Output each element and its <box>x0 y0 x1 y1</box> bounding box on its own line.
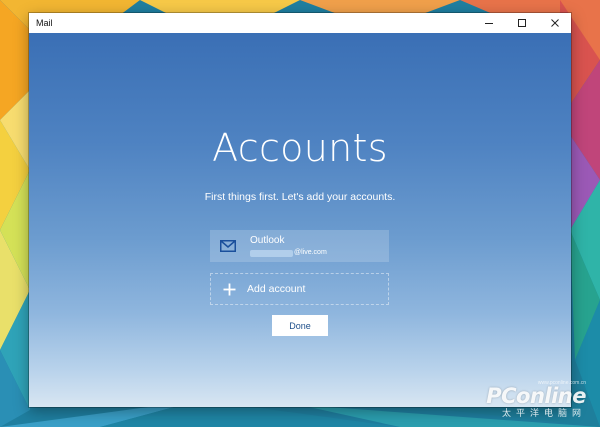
account-tile-outlook[interactable]: Outlook @live.com <box>210 230 389 262</box>
mail-window: Mail Accounts First things first. Let's … <box>29 13 571 407</box>
close-button[interactable] <box>538 13 571 33</box>
account-email-row: @live.com <box>250 249 327 257</box>
done-button[interactable]: Done <box>272 315 328 336</box>
accounts-page: Accounts First things first. Let's add y… <box>29 33 571 407</box>
maximize-button[interactable] <box>505 13 538 33</box>
add-account-button[interactable]: Add account <box>210 273 389 305</box>
watermark-chinese: 太平洋电脑网 <box>501 408 586 418</box>
maximize-icon <box>517 19 526 27</box>
email-redaction <box>250 249 293 257</box>
watermark-logo: PConline <box>486 384 586 408</box>
account-name: Outlook <box>250 235 285 246</box>
minimize-button[interactable] <box>472 13 505 33</box>
title-bar[interactable]: Mail <box>29 13 571 33</box>
account-email: @live.com <box>294 249 327 256</box>
close-icon <box>550 19 559 27</box>
mail-icon <box>210 230 246 262</box>
plus-icon <box>211 274 247 304</box>
watermark: www.pconline.com.cn PConline 太平洋电脑网 <box>486 380 586 419</box>
page-subtitle: First things first. Let's add your accou… <box>204 191 396 203</box>
watermark-url: www.pconline.com.cn <box>537 380 586 386</box>
window-title: Mail <box>36 18 53 28</box>
minimize-icon <box>484 23 493 24</box>
window-controls <box>472 13 571 33</box>
page-title: Accounts <box>212 126 388 170</box>
add-account-label: Add account <box>247 283 306 295</box>
account-details: Outlook @live.com <box>250 235 327 257</box>
